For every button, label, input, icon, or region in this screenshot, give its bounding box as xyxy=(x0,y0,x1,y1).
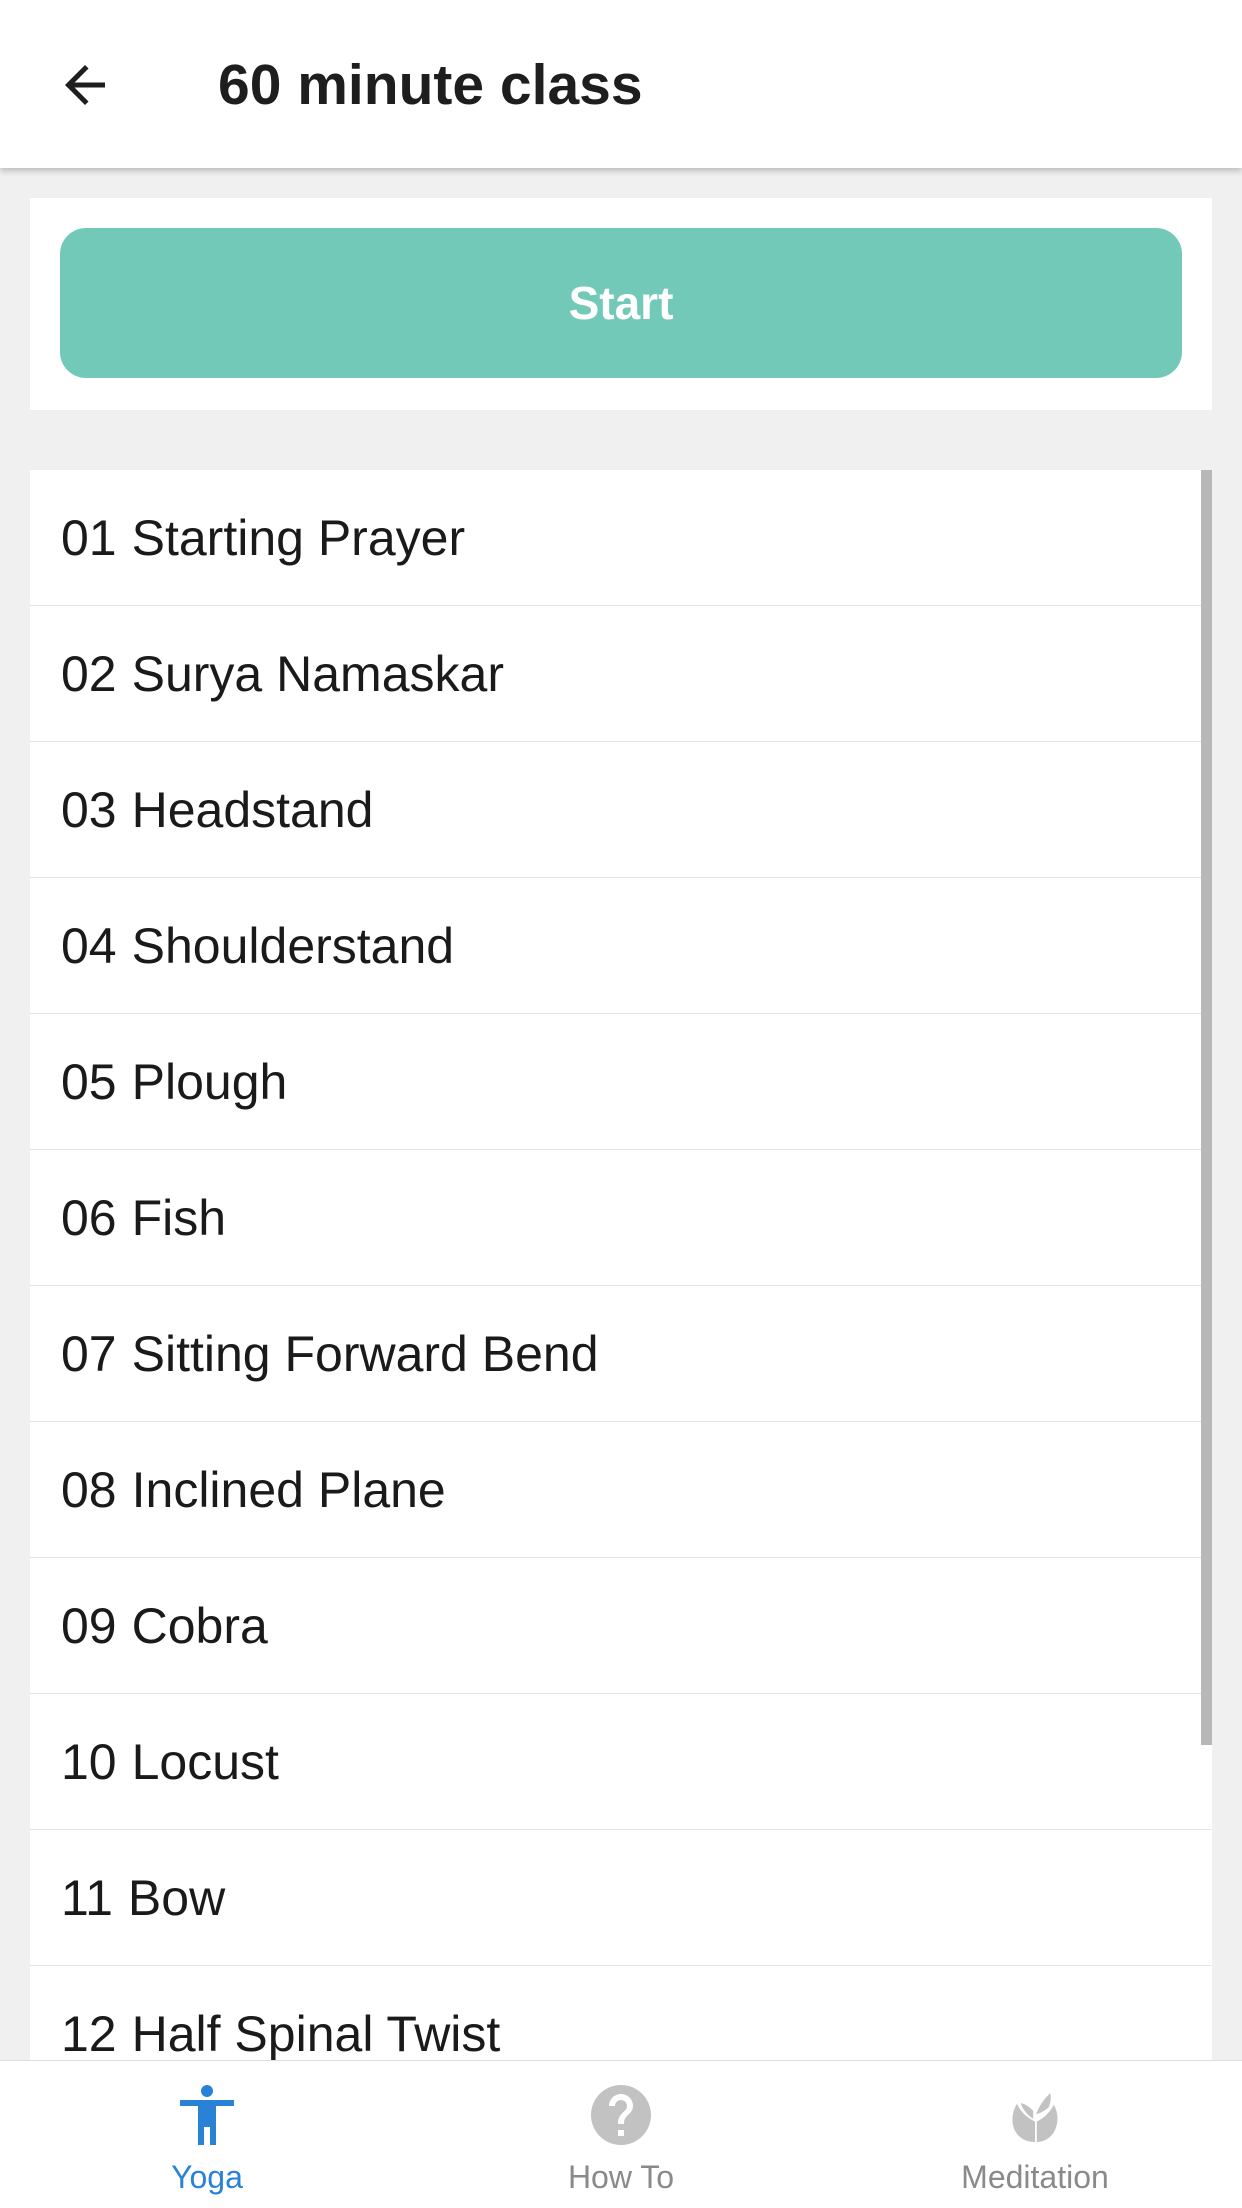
list-item[interactable]: 12 Half Spinal Twist xyxy=(30,1966,1212,2061)
pose-name: Starting Prayer xyxy=(131,509,466,566)
pose-name: Sitting Forward Bend xyxy=(131,1325,599,1382)
list-item[interactable]: 02 Surya Namaskar xyxy=(30,606,1212,742)
pose-name: Inclined Plane xyxy=(131,1461,446,1518)
pose-name: Cobra xyxy=(131,1597,268,1654)
list-item[interactable]: 03 Headstand xyxy=(30,742,1212,878)
nav-label-meditation: Meditation xyxy=(961,2159,1109,2195)
lotus-icon xyxy=(1012,2093,1058,2142)
app-bar: 60 minute class xyxy=(0,0,1242,168)
pose-number: 11 xyxy=(61,1869,113,1926)
pose-name: Bow xyxy=(127,1869,226,1926)
pose-number: 01 xyxy=(61,509,117,566)
back-button[interactable] xyxy=(40,40,130,130)
person-icon xyxy=(180,2085,234,2145)
pose-number: 05 xyxy=(61,1053,117,1110)
scrollbar[interactable] xyxy=(1201,470,1212,1745)
pose-name: Fish xyxy=(131,1189,227,1246)
pose-number: 10 xyxy=(61,1733,117,1790)
pose-name: Half Spinal Twist xyxy=(131,2005,501,2061)
nav-item-yoga[interactable]: Yoga xyxy=(0,2061,414,2208)
pose-number: 02 xyxy=(61,645,117,702)
start-button[interactable]: Start xyxy=(60,228,1182,378)
page-title: 60 minute class xyxy=(218,53,643,117)
list-item[interactable]: 05 Plough xyxy=(30,1014,1212,1150)
list-item[interactable]: 11 Bow xyxy=(30,1830,1212,1966)
list-item[interactable]: 01 Starting Prayer xyxy=(30,470,1212,606)
nav-item-how-to[interactable]: How To xyxy=(414,2061,828,2208)
pose-number: 12 xyxy=(61,2005,117,2061)
pose-number: 06 xyxy=(61,1189,117,1246)
pose-name: Shoulderstand xyxy=(131,917,455,974)
pose-number: 09 xyxy=(61,1597,117,1654)
list-item[interactable]: 09 Cobra xyxy=(30,1558,1212,1694)
arrow-left-icon xyxy=(65,65,105,105)
pose-number: 08 xyxy=(61,1461,117,1518)
pose-number: 04 xyxy=(61,917,117,974)
list-item[interactable]: 04 Shoulderstand xyxy=(30,878,1212,1014)
list-item[interactable]: 10 Locust xyxy=(30,1694,1212,1830)
pose-name: Headstand xyxy=(131,781,374,838)
question-circle-icon xyxy=(591,2085,651,2145)
nav-label-how-to: How To xyxy=(567,2159,675,2195)
list-item[interactable]: 07 Sitting Forward Bend xyxy=(30,1286,1212,1422)
nav-label-yoga: Yoga xyxy=(171,2159,243,2195)
start-card: Start xyxy=(30,198,1212,410)
pose-list[interactable]: 01 Starting Prayer 02 Surya Namaskar 03 … xyxy=(30,470,1212,2060)
list-item[interactable]: 08 Inclined Plane xyxy=(30,1422,1212,1558)
pose-name: Locust xyxy=(131,1733,279,1790)
pose-number: 07 xyxy=(61,1325,117,1382)
nav-item-meditation[interactable]: Meditation xyxy=(828,2061,1242,2208)
pose-number: 03 xyxy=(61,781,117,838)
pose-name: Plough xyxy=(131,1053,288,1110)
pose-name: Surya Namaskar xyxy=(131,645,504,702)
list-item[interactable]: 06 Fish xyxy=(30,1150,1212,1286)
bottom-nav: Yoga How To Meditation xyxy=(0,2060,1242,2208)
